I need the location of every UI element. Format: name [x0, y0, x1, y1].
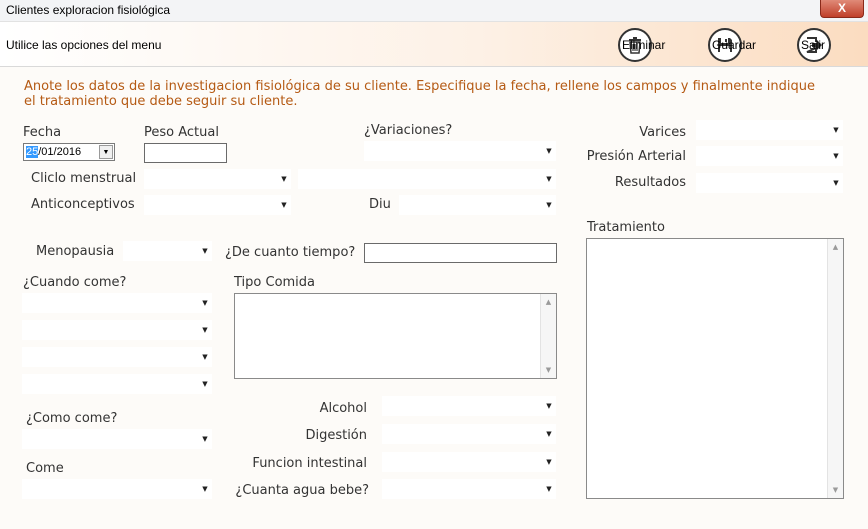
diu-label: Diu	[369, 197, 391, 212]
alcohol-label: Alcohol	[319, 401, 367, 416]
como-come-label: ¿Como come?	[26, 411, 118, 426]
anticonceptivos-select[interactable]: ▼	[144, 195, 291, 215]
chevron-down-icon: ▼	[546, 485, 552, 493]
ciclo-label: Cliclo menstrual	[31, 171, 137, 186]
chevron-down-icon: ▼	[202, 326, 208, 334]
chevron-down-icon: ▼	[281, 175, 287, 183]
scrollbar[interactable]: ▲ ▼	[540, 294, 556, 378]
anticonceptivos-label: Anticonceptivos	[31, 197, 135, 212]
chevron-down-icon: ▼	[833, 152, 839, 160]
presion-select[interactable]: ▼	[696, 146, 843, 166]
chevron-down-icon: ▼	[202, 247, 208, 255]
chevron-down-icon: ▼	[202, 353, 208, 361]
come-label: Come	[26, 461, 64, 476]
chevron-up-icon[interactable]: ▲	[541, 296, 556, 308]
chevron-down-icon: ▼	[546, 147, 552, 155]
cuando-come-select-3[interactable]: ▼	[22, 347, 212, 367]
come-select[interactable]: ▼	[22, 479, 212, 499]
agua-label: ¿Cuanta agua bebe?	[235, 483, 369, 498]
varices-select[interactable]: ▼	[696, 120, 843, 140]
cuando-come-select-2[interactable]: ▼	[22, 320, 212, 340]
peso-label: Peso Actual	[144, 125, 219, 140]
variaciones-select[interactable]: ▼	[364, 141, 556, 161]
chevron-up-icon[interactable]: ▲	[828, 241, 843, 253]
chevron-down-icon: ▼	[833, 126, 839, 134]
chevron-down-icon: ▼	[202, 435, 208, 443]
fecha-date-picker[interactable]: 25/01/2016 ▼	[23, 143, 115, 161]
chevron-down-icon[interactable]: ▼	[541, 364, 556, 376]
funcion-intestinal-label: Funcion intestinal	[252, 456, 367, 471]
tiempo-input[interactable]	[364, 243, 557, 263]
agua-select[interactable]: ▼	[382, 479, 556, 499]
close-button[interactable]: X	[820, 0, 864, 18]
toolbar: Utilice las opciones del menu Eliminar G…	[0, 22, 868, 67]
chevron-down-icon: ▼	[546, 175, 552, 183]
save-button[interactable]: Guardar	[708, 27, 756, 63]
fecha-month-year: /01/2016	[38, 146, 82, 158]
ciclo-detail-select[interactable]: ▼	[298, 169, 556, 189]
delete-label: Eliminar	[622, 38, 666, 52]
cuando-come-select-1[interactable]: ▼	[22, 293, 212, 313]
chevron-down-icon: ▼	[202, 485, 208, 493]
tratamiento-label: Tratamiento	[587, 220, 665, 235]
chevron-down-icon: ▼	[546, 430, 552, 438]
resultados-select[interactable]: ▼	[696, 173, 843, 193]
tiempo-label: ¿De cuanto tiempo?	[225, 245, 356, 260]
tipo-comida-label: Tipo Comida	[234, 275, 316, 290]
variaciones-label: ¿Variaciones?	[364, 123, 453, 138]
ciclo-select[interactable]: ▼	[144, 169, 291, 189]
diu-select[interactable]: ▼	[399, 195, 556, 215]
peso-input[interactable]	[144, 143, 227, 163]
menopausia-select[interactable]: ▼	[123, 241, 212, 261]
chevron-down-icon: ▼	[202, 380, 208, 388]
digestion-select[interactable]: ▼	[382, 424, 556, 444]
presion-label: Presión Arterial	[586, 149, 686, 164]
chevron-down-icon[interactable]: ▼	[828, 484, 843, 496]
tipo-comida-textarea[interactable]: ▲ ▼	[234, 293, 557, 379]
exit-label: Salir	[801, 38, 826, 52]
chevron-down-icon: ▼	[546, 201, 552, 209]
chevron-down-icon: ▼	[281, 201, 287, 209]
tratamiento-textarea[interactable]: ▲ ▼	[586, 238, 844, 499]
window-title: Clientes exploracion fisiológica	[6, 3, 171, 17]
varices-label: Varices	[639, 125, 686, 140]
funcion-intestinal-select[interactable]: ▼	[382, 452, 556, 472]
toolbar-hint: Utilice las opciones del menu	[6, 38, 162, 52]
fecha-label: Fecha	[23, 125, 62, 140]
delete-button[interactable]: Eliminar	[618, 27, 665, 63]
cuando-come-label: ¿Cuando come?	[23, 275, 127, 290]
chevron-down-icon: ▼	[546, 458, 552, 466]
resultados-label: Resultados	[614, 175, 686, 190]
alcohol-select[interactable]: ▼	[382, 396, 556, 416]
title-bar: Clientes exploracion fisiológica X	[0, 0, 868, 22]
como-come-select[interactable]: ▼	[22, 429, 212, 449]
digestion-label: Digestión	[305, 428, 367, 443]
fecha-day: 25	[26, 146, 39, 158]
scrollbar[interactable]: ▲ ▼	[827, 239, 843, 498]
chevron-down-icon[interactable]: ▼	[99, 145, 113, 159]
save-label: Guardar	[712, 38, 757, 52]
chevron-down-icon: ▼	[546, 402, 552, 410]
chevron-down-icon: ▼	[202, 299, 208, 307]
exit-button[interactable]: Salir	[797, 27, 831, 63]
cuando-come-select-4[interactable]: ▼	[22, 374, 212, 394]
form-area: Anote los datos de la investigacion fisi…	[0, 67, 868, 529]
chevron-down-icon: ▼	[833, 179, 839, 187]
intro-text: Anote los datos de la investigacion fisi…	[24, 79, 815, 109]
menopausia-label: Menopausia	[36, 244, 115, 259]
